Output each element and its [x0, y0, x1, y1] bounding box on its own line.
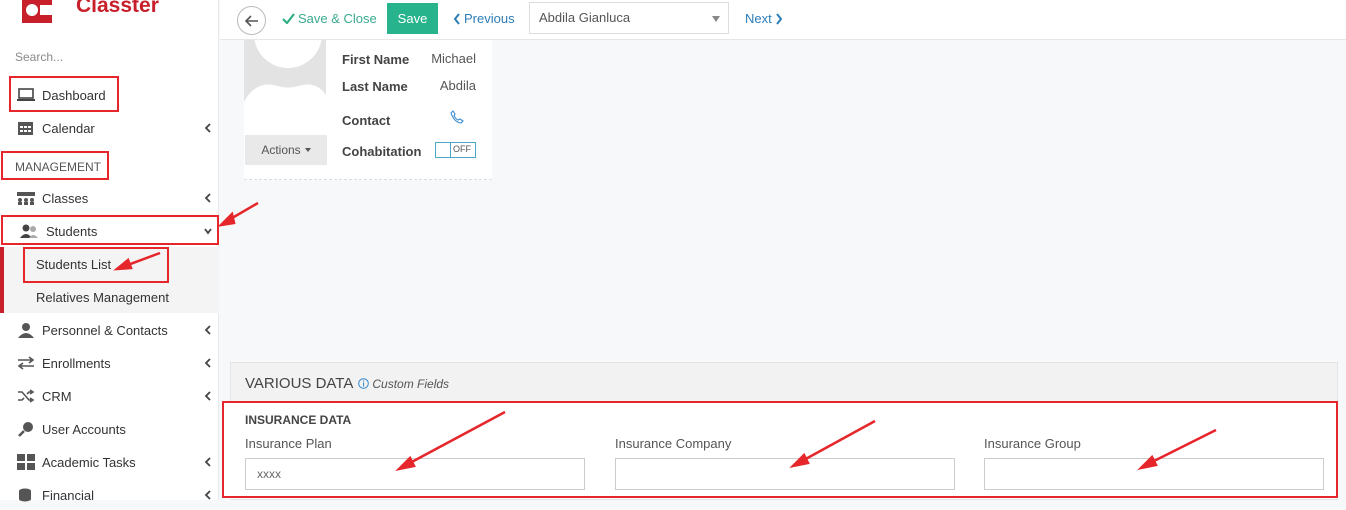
annotation-arrow	[217, 201, 259, 227]
annotation-arrow	[1137, 428, 1217, 471]
annotation-arrows	[113, 201, 1217, 472]
annotation-arrow	[789, 419, 876, 469]
annotation-arrow	[113, 251, 161, 271]
annotation-arrow	[395, 410, 506, 472]
